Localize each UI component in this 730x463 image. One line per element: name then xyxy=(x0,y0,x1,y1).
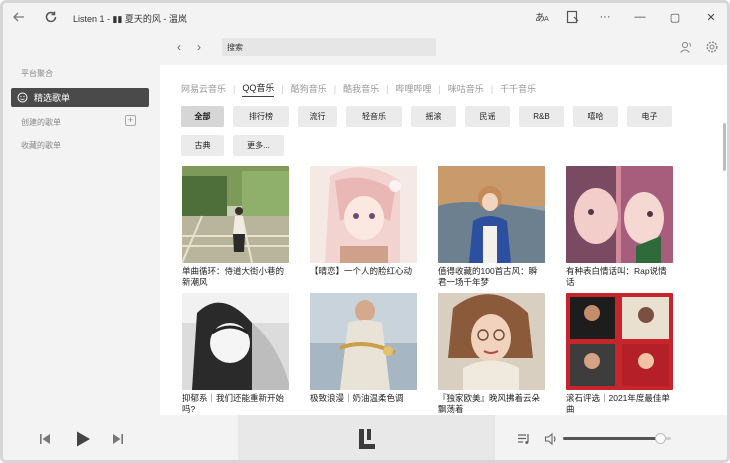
next-track-icon[interactable] xyxy=(112,433,124,445)
category-chip[interactable]: 轻音乐 xyxy=(346,106,402,127)
player-bar xyxy=(3,415,727,460)
category-chip[interactable]: 民谣 xyxy=(465,106,510,127)
source-tabs: 网易云音乐 | QQ音乐 | 酷狗音乐 | 酷我音乐 | 哔哩哔哩 | 咪咕音乐 | 千千音乐 xyxy=(181,81,536,97)
category-chip[interactable]: 排行榜 xyxy=(233,106,289,127)
playlist-cover[interactable] xyxy=(310,166,417,263)
playlist-card[interactable]: 滚石评选｜2021年度最佳单曲 xyxy=(566,293,673,416)
sidebar-section-favorites: 收藏的歌单 xyxy=(21,141,61,150)
nav-forward-button[interactable]: › xyxy=(192,40,206,54)
category-chip[interactable]: 电子 xyxy=(627,106,672,127)
playlist-title[interactable]: 值得收藏的100首古风：瞬君一场千年梦 xyxy=(438,266,545,289)
playlist-card[interactable]: 抑郁系｜我们还能重新开始吗? xyxy=(182,293,289,416)
window-title: Listen 1 - ▮▮ 夏天的风 - 温岚 xyxy=(73,14,187,24)
source-tab[interactable]: 酷我音乐 xyxy=(343,82,379,97)
sidebar-item-featured-playlists[interactable]: 精选歌单 xyxy=(11,88,149,107)
playlist-title[interactable]: 『独家欧美』晚风拂着云朵飘荡着 xyxy=(438,393,545,416)
category-chip[interactable]: 古典 xyxy=(181,135,224,156)
category-chip[interactable]: 摇滚 xyxy=(411,106,456,127)
playlist-card[interactable]: 单曲循环：侍道大街小巷的新潮风 xyxy=(182,166,289,289)
volume-slider[interactable] xyxy=(563,433,671,444)
playlist-cover[interactable] xyxy=(310,293,417,390)
category-chip[interactable]: 更多... xyxy=(233,135,284,156)
title-bar: Listen 1 - ▮▮ 夏天的风 - 温岚 あA ··· — ▢ ✕ xyxy=(3,3,727,31)
source-tab[interactable]: 酷狗音乐 xyxy=(291,82,327,97)
playlist-title[interactable]: 极致浪漫｜奶油温柔色调 xyxy=(310,393,417,416)
sidebar: 平台聚合 精选歌单 创建的歌单 + 收藏的歌单 xyxy=(3,31,160,415)
nav-back-button[interactable]: ‹ xyxy=(172,40,186,54)
playlist-title[interactable]: 滚石评选｜2021年度最佳单曲 xyxy=(566,393,673,416)
tab-separator: | xyxy=(438,84,441,94)
source-tab[interactable]: 千千音乐 xyxy=(500,82,536,97)
play-icon[interactable] xyxy=(74,430,92,448)
refresh-icon[interactable] xyxy=(43,9,59,25)
playlist-title[interactable]: 单曲循环：侍道大街小巷的新潮风 xyxy=(182,266,289,289)
playlist-card[interactable]: 有种表白情话叫：Rap说情话 xyxy=(566,166,673,289)
listen1-logo-icon xyxy=(358,429,375,449)
previous-track-icon[interactable] xyxy=(39,433,51,445)
source-tab[interactable]: 哔哩哔哩 xyxy=(395,82,431,97)
sidebar-section-created: 创建的歌单 xyxy=(21,118,61,127)
tab-separator: | xyxy=(490,84,494,94)
settings-gear-icon[interactable] xyxy=(705,40,719,54)
back-arrow-icon[interactable] xyxy=(11,9,27,25)
category-chip[interactable]: R&B xyxy=(519,106,564,127)
playlist-cover[interactable] xyxy=(182,293,289,390)
playlist-cover[interactable] xyxy=(438,166,545,263)
main-content: ‹ › 网易云音乐|QQ音乐|酷狗音乐|酷我音乐|哔哩哔哩|咪咕音乐|千千音乐 … xyxy=(160,31,727,415)
minimize-button[interactable]: — xyxy=(629,7,651,27)
playlist-card[interactable]: 值得收藏的100首古风：瞬君一场千年梦 xyxy=(438,166,545,289)
scrollbar-thumb[interactable] xyxy=(723,123,726,171)
playlist-title[interactable]: 有种表白情话叫：Rap说情话 xyxy=(566,266,673,289)
sidebar-section-platform: 平台聚合 xyxy=(21,69,53,78)
tab-separator: | xyxy=(233,84,236,94)
playlist-card[interactable]: 【晴恋】一个人的脸红心动 xyxy=(310,166,417,289)
mini-mode-icon[interactable] xyxy=(566,10,580,24)
category-chip[interactable]: 流行 xyxy=(298,106,337,127)
more-button[interactable]: ··· xyxy=(594,7,616,27)
source-tab[interactable]: 咪咕音乐 xyxy=(448,82,484,97)
add-playlist-button[interactable]: + xyxy=(125,115,136,126)
tab-separator: | xyxy=(386,84,389,94)
playlist-cover[interactable] xyxy=(438,293,545,390)
volume-knob[interactable] xyxy=(655,433,667,444)
playlist-cover[interactable] xyxy=(566,166,673,263)
tab-separator: | xyxy=(281,84,284,94)
playlist-cover[interactable] xyxy=(566,293,673,390)
playlist-card[interactable]: 『独家欧美』晚风拂着云朵飘荡着 xyxy=(438,293,545,416)
volume-icon[interactable] xyxy=(544,432,558,446)
volume-fill xyxy=(563,437,661,440)
top-bar: ‹ › xyxy=(160,31,727,65)
playlist-title[interactable]: 抑郁系｜我们还能重新开始吗? xyxy=(182,393,289,416)
search-input[interactable] xyxy=(222,38,436,56)
close-button[interactable]: ✕ xyxy=(700,7,722,27)
translate-icon[interactable]: あA xyxy=(534,10,552,24)
playlist-queue-icon[interactable] xyxy=(517,432,531,446)
source-tab[interactable]: 网易云音乐 xyxy=(181,82,226,97)
app-window: Listen 1 - ▮▮ 夏天的风 - 温岚 あA ··· — ▢ ✕ 平台聚… xyxy=(0,0,730,463)
playlist-title[interactable]: 【晴恋】一个人的脸红心动 xyxy=(310,266,417,289)
smile-icon xyxy=(17,92,28,103)
source-tab[interactable]: QQ音乐 xyxy=(242,81,275,97)
category-chip[interactable]: 嘻哈 xyxy=(573,106,618,127)
sidebar-item-label: 精选歌单 xyxy=(34,93,71,103)
maximize-button[interactable]: ▢ xyxy=(664,7,686,27)
now-playing-cover[interactable] xyxy=(238,415,495,460)
user-icon[interactable] xyxy=(679,40,693,54)
tab-separator: | xyxy=(333,84,337,94)
svg-text:A: A xyxy=(544,15,549,23)
playlist-card[interactable]: 极致浪漫｜奶油温柔色调 xyxy=(310,293,417,416)
category-chip[interactable]: 全部 xyxy=(181,106,224,127)
playlist-cover[interactable] xyxy=(182,166,289,263)
